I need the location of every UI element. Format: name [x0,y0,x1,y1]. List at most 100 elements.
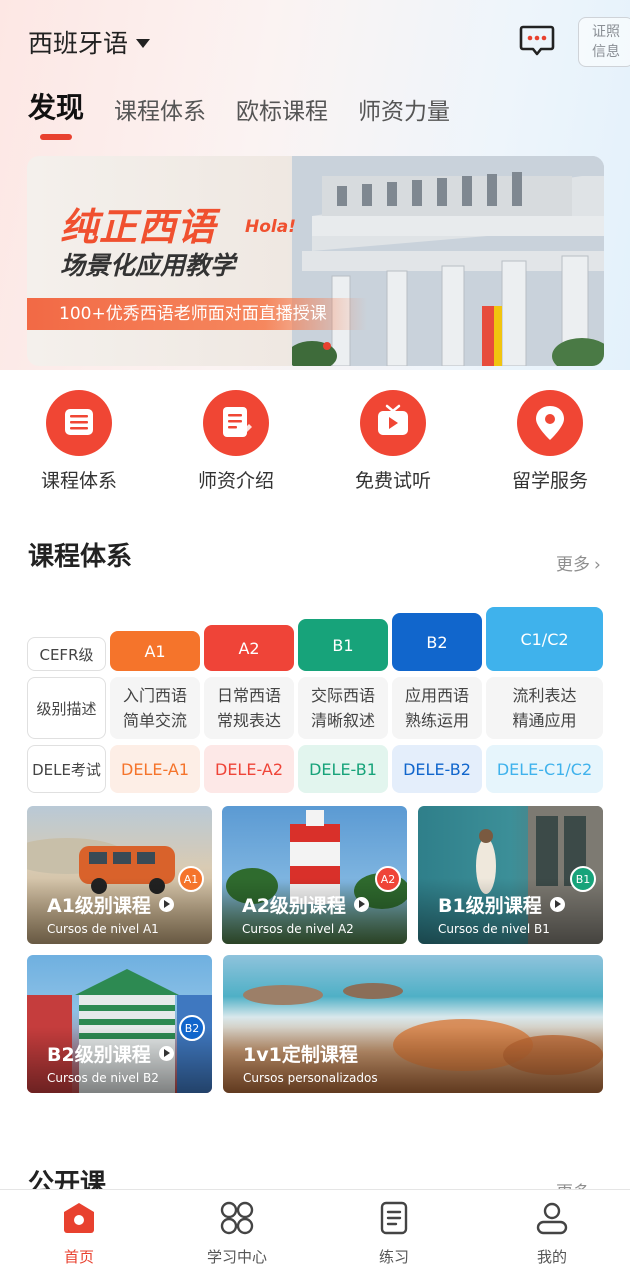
card-title-text: 1v1定制课程 [243,1044,358,1066]
level-desc-line: 入门西语 [122,686,187,705]
license-info-line2: 信息 [592,44,620,60]
tab-discover-label: 发现 [28,91,85,124]
course-more-link[interactable]: 更多 › [556,550,601,575]
tabbar-label: 练习 [378,1248,409,1266]
play-arrow-icon [353,897,369,912]
banner-strip: 100+优秀西语老师面对面直播授课 [27,298,367,330]
card-title: A1级别课程 [47,891,174,918]
license-info-line1: 证照 [592,24,620,40]
level-header-a1[interactable]: A1 [110,631,200,671]
location-pin-icon [517,390,583,456]
level-badge: B1 [570,866,596,892]
card-title: B1级别课程 [438,891,565,918]
tv-play-icon [360,390,426,456]
course-card-1v1[interactable]: 1v1定制课程 Cursos personalizados [223,955,603,1093]
list-icon [46,390,112,456]
user-icon [536,1202,568,1235]
tabbar-label: 学习中心 [206,1248,267,1266]
message-button[interactable] [519,24,555,58]
top-bar: 西班牙语 证照 信息 [0,0,630,86]
card-title-text: B1级别课程 [438,895,542,917]
level-header-b1[interactable]: B1 [298,619,388,671]
building-illustration [292,156,604,366]
card-title-text: A1级别课程 [47,895,151,917]
level-desc-a1: 入门西语 简单交流 [110,677,200,739]
notes-icon [380,1201,408,1235]
license-info-button[interactable]: 证照 信息 [578,17,630,67]
language-selector[interactable]: 西班牙语 [28,24,151,60]
card-subtitle: Cursos de nivel B2 [47,1071,159,1085]
level-desc-line: 交际西语 [310,686,375,705]
level-desc-c1c2: 流利表达 精通应用 [486,677,603,739]
play-arrow-icon [549,897,565,912]
play-arrow-icon [158,1046,174,1061]
carousel-indicator [323,342,331,350]
card-title: B2级别课程 [47,1040,174,1067]
active-tab-indicator [40,134,72,140]
level-badge: B2 [179,1015,205,1041]
chat-bubble-icon [519,25,555,56]
language-label: 西班牙语 [28,29,129,58]
tab-discover[interactable]: 发现 [28,86,85,140]
quick-entry-free-trial[interactable]: 免费试听 [333,390,453,493]
tabbar-me[interactable]: 我的 [492,1200,612,1267]
level-desc-line: 日常西语 [216,686,281,705]
level-desc-line: 应用西语 [404,686,469,705]
course-card-a1[interactable]: A1 A1级别课程 Cursos de nivel A1 [27,806,212,944]
dele-b1[interactable]: DELE-B1 [298,745,388,793]
quick-entry-course-system[interactable]: 课程体系 [19,390,139,493]
level-desc-line: 清晰叙述 [310,711,375,730]
tab-course-system[interactable]: 课程体系 [114,90,206,134]
level-desc-line: 常规表达 [216,711,281,730]
level-header-b2[interactable]: B2 [392,613,482,671]
banner-hola: Hola! [245,217,296,237]
quick-entry-teachers[interactable]: 师资介绍 [176,390,296,493]
caret-down-icon [136,38,151,48]
quick-entries: 课程体系 师资介绍 免费试听 留学服务 [0,390,630,500]
dele-a2[interactable]: DELE-A2 [204,745,294,793]
course-card-b1[interactable]: B1 B1级别课程 Cursos de nivel B1 [418,806,603,944]
level-desc-line: 精通应用 [512,711,577,730]
level-badge: A2 [375,866,401,892]
chevron-right-icon: › [594,555,601,575]
quick-entry-label: 师资介绍 [197,470,274,492]
level-header-c1c2[interactable]: C1/C2 [486,607,603,671]
level-desc-b1: 交际西语 清晰叙述 [298,677,388,739]
dele-b2[interactable]: DELE-B2 [392,745,482,793]
banner-subtitle: 场景化应用教学 [60,251,236,280]
tabbar-home[interactable]: 首页 [19,1200,139,1267]
course-section-title: 课程体系 [28,542,133,572]
card-subtitle: Cursos de nivel A1 [47,922,159,936]
course-card-a2[interactable]: A2 A2级别课程 Cursos de nivel A2 [222,806,407,944]
course-card-b2[interactable]: B2 B2级别课程 Cursos de nivel B2 [27,955,212,1093]
level-desc-a2: 日常西语 常规表达 [204,677,294,739]
promo-banner[interactable]: 纯正西语 Hola! 场景化应用教学 100+优秀西语老师面对面直播授课 [27,156,604,366]
dele-c1c2[interactable]: DELE-C1/C2 [486,745,603,793]
row-label-cefr: CEFR级 [27,637,106,671]
card-title: A2级别课程 [242,891,369,918]
level-desc-line: 熟练运用 [404,711,469,730]
card-title: 1v1定制课程 [243,1040,358,1067]
quick-entry-label: 课程体系 [40,470,117,492]
card-subtitle: Cursos personalizados [243,1071,378,1085]
document-icon [203,390,269,456]
home-icon [64,1203,94,1233]
quick-entry-study-abroad[interactable]: 留学服务 [490,390,610,493]
grid-icon [220,1201,254,1235]
card-subtitle: Cursos de nivel B1 [438,922,550,936]
level-badge: A1 [178,866,204,892]
tabbar-label: 首页 [63,1248,94,1266]
level-desc-line: 简单交流 [122,711,187,730]
row-label-dele: DELE考试 [27,745,106,793]
tab-cefr-courses[interactable]: 欧标课程 [236,90,328,134]
tabbar-practice[interactable]: 练习 [334,1200,454,1267]
card-title-text: B2级别课程 [47,1044,151,1066]
row-label-description: 级别描述 [27,677,106,739]
tab-teachers[interactable]: 师资力量 [358,90,450,134]
level-header-a2[interactable]: A2 [204,625,294,671]
tabbar-study-center[interactable]: 学习中心 [177,1200,297,1267]
dele-a1[interactable]: DELE-A1 [110,745,200,793]
level-desc-b2: 应用西语 熟练运用 [392,677,482,739]
level-desc-line: 流利表达 [512,686,577,705]
banner-title: 纯正西语 [60,205,217,249]
